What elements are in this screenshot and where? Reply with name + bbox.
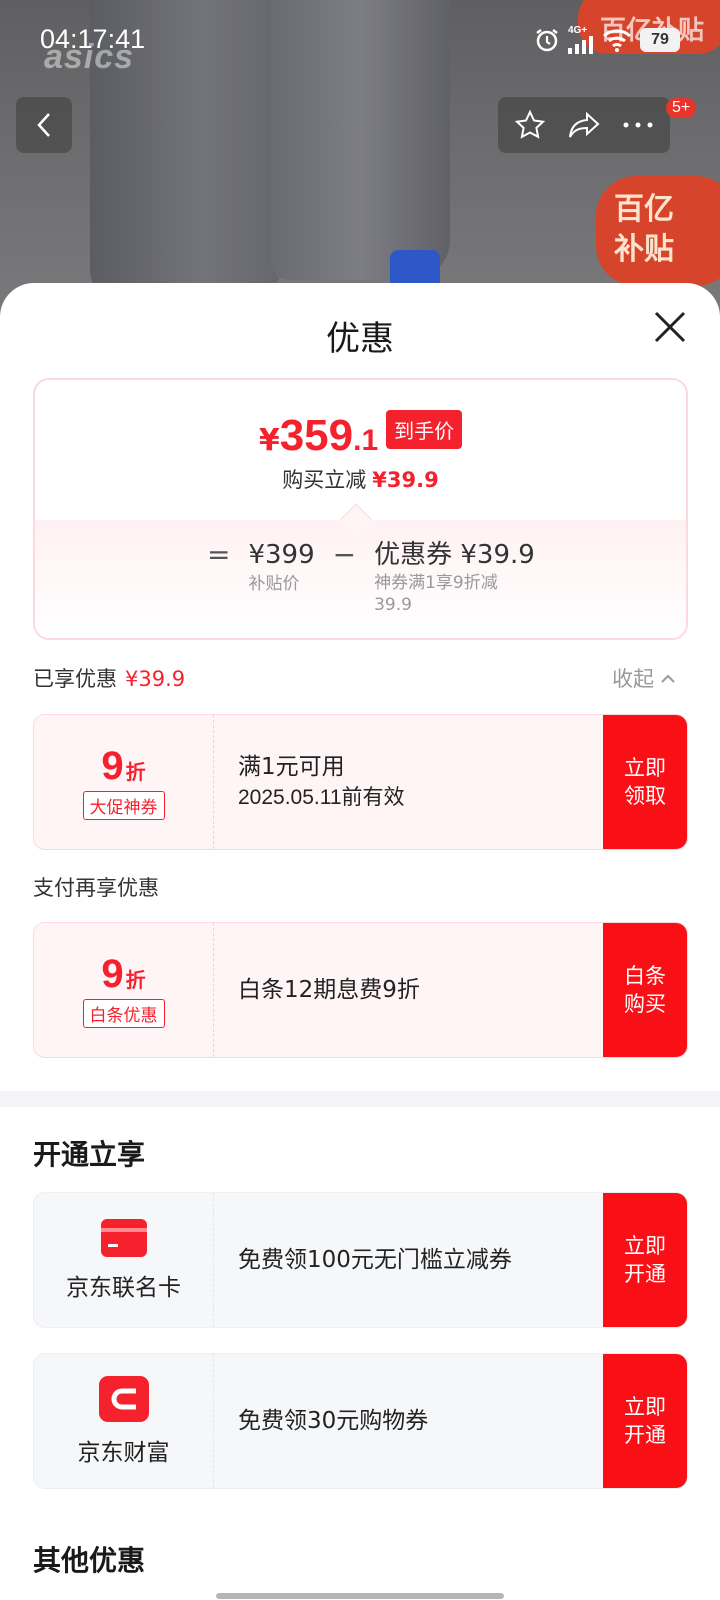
chevron-left-icon	[37, 113, 50, 137]
coupon-deduction: 优惠券 ¥39.9 神券满1享9折减39.9	[374, 538, 535, 616]
coupon-discount: 9折	[101, 952, 145, 997]
chevron-up-icon	[661, 674, 675, 683]
coupon-card-baitiao: 9折 白条优惠 白条12期息费9折 白条购买	[33, 922, 688, 1058]
base-price-value: ¥399	[248, 540, 315, 570]
base-price-label: 补贴价	[248, 574, 300, 594]
open-wealth-button[interactable]: 立即开通	[603, 1354, 687, 1488]
top-action-group	[498, 97, 670, 153]
signal-icon	[568, 36, 593, 54]
collapse-label: 收起	[612, 667, 654, 691]
payment-discount-label: 支付再享优惠	[33, 876, 159, 900]
close-icon[interactable]	[650, 307, 690, 347]
alarm-icon	[536, 29, 558, 52]
star-icon[interactable]	[514, 109, 546, 141]
subsidy-badge-line2: 补贴	[614, 232, 674, 267]
back-button[interactable]	[16, 97, 72, 153]
price-summary: ¥359.1 到手价 购买立减 ¥39.9	[35, 380, 686, 520]
subsidy-badge-line1: 百亿	[614, 192, 674, 227]
offer-description: 免费领30元购物券	[238, 1408, 429, 1434]
enjoyed-discount: 已享优惠 ¥39.9	[33, 663, 185, 693]
battery-indicator: 79	[640, 28, 680, 52]
more-icon[interactable]	[622, 120, 654, 130]
cellular-indicator: 4G+	[568, 26, 594, 54]
price-currency: ¥	[258, 423, 280, 458]
claim-coupon-button[interactable]: 立即领取	[603, 715, 687, 849]
home-indicator[interactable]	[216, 1593, 504, 1599]
base-price: ¥399 补贴价	[248, 538, 314, 596]
status-icons: 4G+ 79	[534, 26, 680, 54]
coupon-type-tag: 大促神券	[82, 791, 165, 820]
wifi-icon	[602, 29, 632, 52]
open-section-title: 开通立享	[33, 1138, 146, 1171]
offer-brand-block: 京东联名卡	[34, 1193, 214, 1327]
coupon-discount-unit: 折	[125, 968, 146, 992]
offer-description: 免费领100元无门槛立减券	[238, 1247, 512, 1273]
minus-sign: −	[332, 538, 357, 571]
offer-details: 免费领100元无门槛立减券	[238, 1193, 512, 1327]
enjoyed-label: 已享优惠	[33, 667, 117, 691]
price-formula: = ¥399 补贴价 − 优惠券 ¥39.9 神券满1享9折减39.9	[207, 538, 535, 616]
offer-details: 免费领30元购物券	[238, 1354, 428, 1488]
final-price-tag: 到手价	[386, 410, 463, 449]
offer-card-wealth: 京东财富 免费领30元购物券 立即开通	[33, 1353, 688, 1489]
coupon-deduction-desc: 神券满1享9折减39.9	[374, 573, 498, 615]
price-integer: 359	[279, 411, 354, 460]
message-count-badge: 5+	[666, 98, 697, 118]
offer-brand-name: 京东联名卡	[66, 1275, 181, 1301]
network-type: 4G+	[568, 25, 588, 36]
coupon-discount-number: 9	[101, 952, 124, 996]
coupon-discount-block: 9折 白条优惠	[34, 923, 214, 1057]
sheet-title: 优惠	[326, 319, 394, 359]
price-card: ¥359.1 到手价 购买立减 ¥39.9 = ¥399 补贴价 − 优惠券 ¥39…	[33, 378, 688, 640]
coupon-details: 白条12期息费9折	[238, 923, 420, 1057]
instant-discount: 购买立减 ¥39.9	[35, 464, 686, 494]
other-section-title: 其他优惠	[33, 1544, 146, 1577]
coupon-discount-number: 9	[101, 744, 124, 788]
coupon-condition: 白条12期息费9折	[238, 977, 420, 1003]
open-cobrand-card-button[interactable]: 立即开通	[603, 1193, 687, 1327]
coupon-condition: 满1元可用	[238, 754, 345, 780]
wallet-icon	[98, 1376, 149, 1422]
coupon-card-promo: 9折 大促神券 满1元可用 2025.05.11前有效 立即领取	[33, 714, 688, 850]
credit-card-icon	[100, 1219, 147, 1257]
baitiao-buy-button[interactable]: 白条购买	[603, 923, 687, 1057]
instant-discount-amount: ¥39.9	[372, 468, 439, 492]
instant-discount-label: 购买立减	[282, 468, 367, 492]
enjoyed-amount: ¥39.9	[125, 667, 186, 691]
coupon-discount-block: 9折 大促神券	[34, 715, 214, 849]
coupon-type-tag: 白条优惠	[82, 999, 165, 1028]
offer-card-cobrand: 京东联名卡 免费领100元无门槛立减券 立即开通	[33, 1192, 688, 1328]
coupon-discount: 9折	[101, 744, 145, 789]
offer-brand-name: 京东财富	[77, 1440, 170, 1466]
collapse-toggle[interactable]: 收起	[612, 663, 676, 693]
coupon-deduction-value: 优惠券 ¥39.9	[374, 540, 535, 570]
subsidy-badge: 百亿 补贴	[596, 176, 720, 286]
share-icon[interactable]	[567, 110, 601, 140]
price-decimal: .1	[353, 424, 379, 457]
coupon-expiry: 2025.05.11前有效	[238, 786, 405, 809]
section-divider	[0, 1091, 720, 1107]
offer-brand-block: 京东财富	[34, 1354, 214, 1488]
coupon-details: 满1元可用 2025.05.11前有效	[238, 715, 405, 849]
status-time: 04:17:41	[40, 24, 146, 54]
status-bar: 04:17:41 4G+ 79	[0, 0, 720, 80]
discount-sheet: 优惠 ¥359.1 到手价 购买立减 ¥39.9 = ¥399 补贴价 − 优惠券 …	[0, 283, 720, 1600]
final-price-row: ¥359.1 到手价	[35, 410, 686, 461]
coupon-discount-unit: 折	[125, 760, 146, 784]
equals-sign: =	[207, 538, 231, 571]
